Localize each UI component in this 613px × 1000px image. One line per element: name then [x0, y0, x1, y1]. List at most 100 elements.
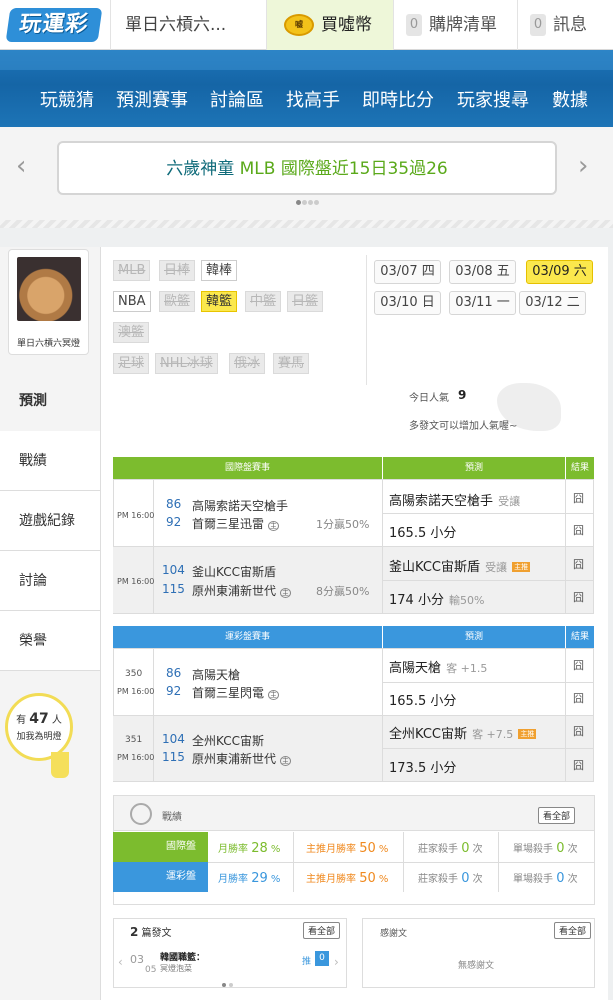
date-0310[interactable]: 03/10 日	[374, 291, 441, 315]
banner-dot[interactable]	[308, 200, 313, 205]
nav-player-search[interactable]: 玩家搜尋	[457, 86, 529, 112]
side-tab-record[interactable]: 戰績	[0, 431, 100, 491]
result-icon: 囧	[573, 524, 584, 537]
away-team[interactable]: 全州KCC宙斯	[192, 732, 264, 749]
date-0312[interactable]: 03/12 二	[519, 291, 586, 315]
nav-guess[interactable]: 玩競猜	[40, 86, 94, 112]
divider	[383, 580, 594, 581]
category-china-basketball[interactable]: 中籃	[245, 291, 282, 312]
avatar[interactable]	[17, 257, 81, 321]
record-view-all-button[interactable]: 看全部	[538, 807, 576, 824]
home-team[interactable]: 原州東浦新世代 主	[192, 582, 291, 599]
cart-label: 購牌清單	[429, 15, 497, 35]
banker-killer-label: 莊家殺手	[418, 844, 458, 855]
post-title[interactable]: 韓國職籃：	[160, 950, 205, 963]
game-stat: 8分贏50%	[316, 585, 370, 598]
side-tab-predict[interactable]: 預測	[0, 371, 100, 431]
prediction-team: 高陽索諾天空槍手	[389, 494, 494, 509]
category-mlb[interactable]: MLB	[113, 260, 151, 281]
home-number: 92	[166, 684, 182, 698]
buy-coin-button[interactable]: 嘘 買噓幣	[266, 0, 393, 50]
intl-header-pred: 預測	[383, 457, 565, 479]
category-nhl[interactable]: NHL冰球	[155, 353, 218, 374]
divider	[383, 682, 594, 683]
nav-live-score[interactable]: 即時比分	[362, 86, 434, 112]
category-soccer[interactable]: 足球	[113, 353, 150, 374]
host-mark: 主	[267, 521, 279, 531]
prediction-team: 全州KCC宙斯	[389, 727, 467, 742]
prediction-side: 高陽天槍 客 +1.5	[389, 657, 487, 676]
cart-button[interactable]: 0 購牌清單	[393, 0, 517, 50]
posts-count: 2	[130, 925, 139, 939]
category-euro-basketball[interactable]: 歐籃	[159, 291, 196, 312]
nav-predict[interactable]: 預測賽事	[116, 86, 188, 112]
home-team[interactable]: 首爾三星閃電 主	[192, 684, 279, 701]
record-chief-rate: 主推月勝率 50 %	[306, 870, 388, 886]
category-australia-basketball[interactable]: 澳籃	[113, 322, 150, 343]
month-rate-label: 月勝率	[218, 874, 248, 885]
prediction-note: 客 +1.5	[446, 662, 488, 675]
category-kbo[interactable]: 韓棒	[201, 260, 238, 281]
messages-button[interactable]: 0 訊息	[517, 0, 613, 50]
nav-forum[interactable]: 討論區	[210, 86, 264, 112]
category-korea-basketball[interactable]: 韓籃	[201, 291, 238, 312]
away-team[interactable]: 釜山KCC宙斯盾	[192, 563, 276, 580]
fans-count: 47	[29, 711, 49, 727]
prediction-total: 173.5 小分	[389, 761, 457, 776]
percent-sign: %	[270, 844, 281, 855]
cart-count-badge: 0	[406, 14, 422, 36]
banner-prefix: 六歲神童	[166, 159, 235, 179]
buy-coin-label: 買噓幣	[321, 15, 372, 35]
away-team[interactable]: 高陽索諾天空槍手	[192, 497, 288, 514]
record-row-label: 國際盤	[113, 832, 208, 862]
category-japan-basketball[interactable]: 日籃	[287, 291, 324, 312]
side-tab-game-log[interactable]: 遊戲紀錄	[0, 491, 100, 551]
category-nba[interactable]: NBA	[113, 291, 151, 312]
nav-data[interactable]: 數據	[552, 86, 588, 112]
thanks-view-all-button[interactable]: 看全部	[554, 922, 592, 939]
home-team-name: 原州東浦新世代	[192, 584, 277, 598]
nav-experts[interactable]: 找高手	[286, 86, 340, 112]
category-khl[interactable]: 俄冰	[229, 353, 266, 374]
posts-prev-icon[interactable]: ‹	[118, 955, 123, 969]
posts-next-icon[interactable]: ›	[334, 955, 339, 969]
date-0309[interactable]: 03/09 六	[526, 260, 593, 284]
banner-headline[interactable]: 六歲神童 MLB 國際盤近15日35過26	[57, 141, 557, 195]
chief-rate-value: 50	[359, 841, 376, 856]
prediction-total: 174 小分	[389, 593, 444, 608]
side-tab-honor[interactable]: 榮譽	[0, 611, 100, 671]
date-0308[interactable]: 03/08 五	[449, 260, 516, 284]
chief-rate-label: 主推月勝率	[306, 874, 356, 885]
category-horse-racing[interactable]: 賽馬	[273, 353, 310, 374]
posts-dot[interactable]	[229, 983, 233, 987]
posts-dot-active[interactable]	[222, 983, 226, 987]
sport-header-result: 結果	[566, 626, 594, 648]
game-time: PM 16:00	[117, 687, 155, 696]
banner-dot[interactable]	[302, 200, 307, 205]
side-tab-discussion[interactable]: 討論	[0, 551, 100, 611]
home-team[interactable]: 原州東浦新世代 主	[192, 750, 291, 767]
date-0307[interactable]: 03/07 四	[374, 260, 441, 284]
record-chief-rate: 主推月勝率 50 %	[306, 840, 388, 856]
home-number: 115	[162, 750, 185, 764]
category-npb[interactable]: 日棒	[159, 260, 196, 281]
date-0311[interactable]: 03/11 一	[449, 291, 516, 315]
user-tab[interactable]: 單日六槓六...	[110, 0, 265, 50]
banner-prev-icon[interactable]: ‹	[16, 151, 26, 181]
banner-dot-active[interactable]	[296, 200, 301, 205]
site-logo[interactable]: 玩運彩	[5, 8, 103, 42]
posts-count-row: 2 篇發文	[130, 924, 172, 939]
sport-header-pred: 預測	[383, 626, 565, 648]
posts-view-all-button[interactable]: 看全部	[303, 922, 341, 939]
banner-dot[interactable]	[314, 200, 319, 205]
prediction-total: 165.5 小分	[389, 526, 457, 541]
banner-next-icon[interactable]: ›	[578, 151, 588, 181]
away-number: 86	[166, 666, 182, 680]
chief-rate-value: 50	[359, 871, 376, 886]
fans-bulb-button[interactable]: 有 47 人 加我為明燈	[5, 693, 73, 761]
away-team[interactable]: 高陽天槍	[192, 666, 240, 683]
prediction-side: 釜山KCC宙斯盾 受讓 主推	[389, 556, 531, 575]
home-team[interactable]: 首爾三星迅雷 主	[192, 515, 279, 532]
host-mark: 主	[267, 690, 279, 700]
away-number: 86	[166, 497, 182, 511]
